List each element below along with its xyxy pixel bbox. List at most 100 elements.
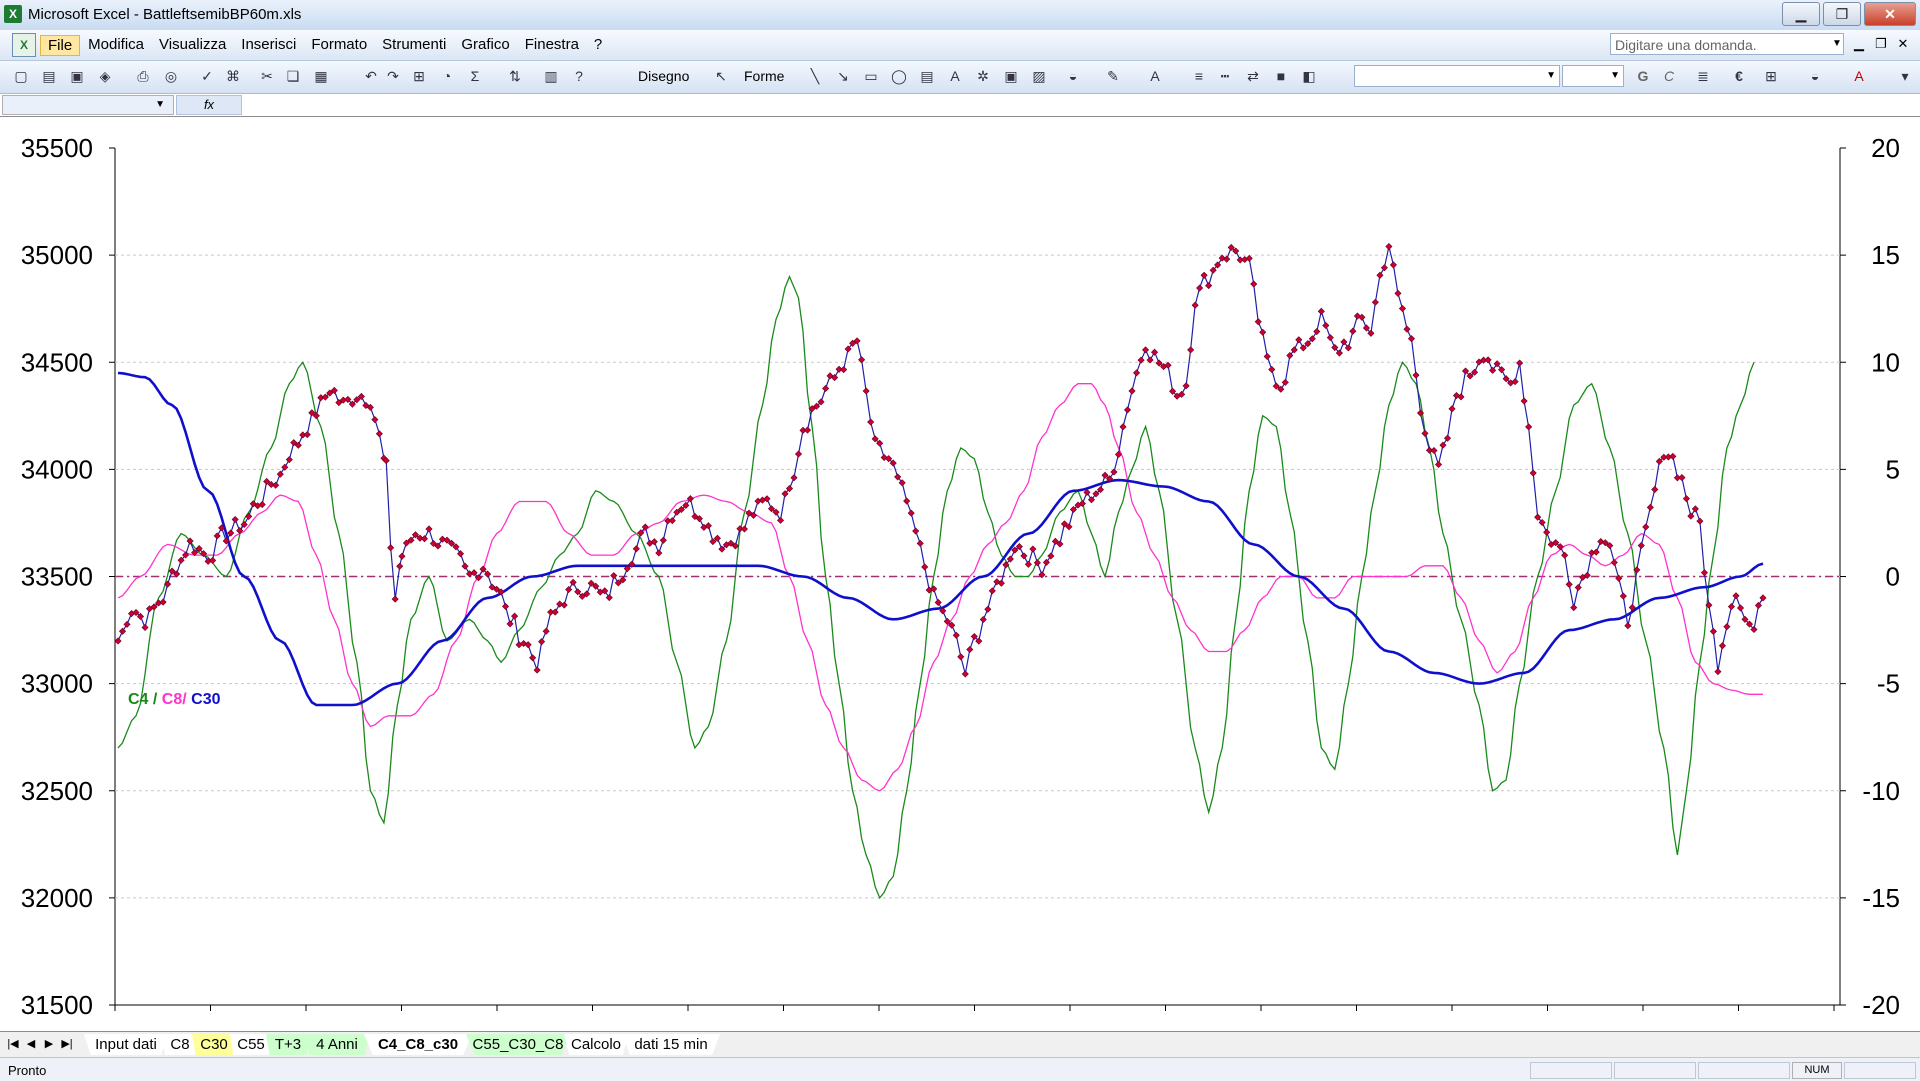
fill-color-icon[interactable]: ◒ <box>1064 67 1082 85</box>
print-preview-icon[interactable]: ◎ <box>162 67 180 85</box>
spelling-icon[interactable]: ✓ <box>198 67 216 85</box>
price-marker <box>506 620 514 628</box>
font-color-icon[interactable]: A <box>1146 67 1164 85</box>
redo-icon[interactable]: ↷ <box>384 67 402 85</box>
menu-item-formato[interactable]: Formato <box>304 35 374 56</box>
sheet-tab[interactable]: C55 <box>230 1034 272 1055</box>
bold-button[interactable]: G <box>1634 67 1652 85</box>
chevron-down-icon[interactable]: ▼ <box>1832 38 1842 49</box>
line-style-icon[interactable]: ≡ <box>1190 67 1208 85</box>
price-marker <box>1736 604 1745 612</box>
menu-item-inserisci[interactable]: Inserisci <box>234 35 303 56</box>
next-sheet-icon[interactable]: ▶ <box>40 1037 58 1050</box>
arrow-style-icon[interactable]: ⇄ <box>1244 67 1262 85</box>
price-marker <box>420 535 428 543</box>
borders-icon[interactable]: ⊞ <box>1762 67 1780 85</box>
euro-button[interactable]: € <box>1730 67 1748 85</box>
align-icon[interactable]: ≣ <box>1694 67 1712 85</box>
help-icon[interactable]: ? <box>570 67 588 85</box>
font-name-select[interactable]: ▼ <box>1354 65 1560 87</box>
legend-entry: C4 <box>128 691 149 708</box>
chart-wizard-icon[interactable]: ▥ <box>542 67 560 85</box>
new-file-icon[interactable]: ▢ <box>12 67 30 85</box>
close-button[interactable]: ✕ <box>1864 2 1916 26</box>
line-color-icon[interactable]: ✎ <box>1104 67 1122 85</box>
price-marker <box>1696 517 1704 525</box>
doc-minimize-icon[interactable]: ▁ <box>1848 36 1870 52</box>
price-marker <box>659 536 667 544</box>
font-size-select[interactable]: ▼ <box>1562 65 1624 87</box>
sheet-tab[interactable]: dati 15 min <box>622 1034 720 1055</box>
sheet-tab[interactable]: 4 Anni <box>304 1034 370 1055</box>
clipart-icon[interactable]: ▣ <box>1002 67 1020 85</box>
textbox-tool-icon[interactable]: ▤ <box>918 67 936 85</box>
drawing-menu[interactable]: Disegno <box>638 68 689 84</box>
sheet-tab[interactable]: C30 <box>192 1034 236 1055</box>
doc-restore-icon[interactable]: ❐ <box>1870 36 1892 52</box>
sheet-tab[interactable]: Input dati <box>84 1034 168 1055</box>
shadow-style-icon[interactable]: ■ <box>1272 67 1290 85</box>
question-input[interactable]: Digitare una domanda. <box>1610 33 1844 55</box>
price-marker <box>903 497 911 505</box>
sheet-tab[interactable]: C4_C8_c30 <box>364 1034 472 1055</box>
right-tick-label: 0 <box>1886 562 1900 592</box>
last-sheet-icon[interactable]: ▶| <box>58 1037 76 1050</box>
doc-close-icon[interactable]: ✕ <box>1892 36 1914 52</box>
menu-item-finestra[interactable]: Finestra <box>518 35 586 56</box>
sheet-tab[interactable]: T+3 <box>266 1034 310 1055</box>
price-marker <box>632 545 640 553</box>
open-folder-icon[interactable]: ▤ <box>40 67 58 85</box>
ellipse-tool-icon[interactable]: ◯ <box>890 67 908 85</box>
menu-item-file[interactable]: File <box>40 35 81 56</box>
menu-item-visualizza[interactable]: Visualizza <box>152 35 233 56</box>
picture-icon[interactable]: ▨ <box>1030 67 1048 85</box>
research-icon[interactable]: ⌘ <box>224 67 242 85</box>
prev-sheet-icon[interactable]: ◀ <box>22 1037 40 1050</box>
text-color-icon[interactable]: A <box>1850 67 1868 85</box>
save-icon[interactable]: ▣ <box>68 67 86 85</box>
sheet-tab[interactable]: Calcolo <box>564 1034 628 1055</box>
hyperlink-icon[interactable]: ⊞ <box>410 67 428 85</box>
document-icon[interactable]: X <box>12 33 36 57</box>
menu-item-strumenti[interactable]: Strumenti <box>375 35 453 56</box>
arrow-tool-icon[interactable]: ↘ <box>834 67 852 85</box>
copy-icon[interactable]: ❏ <box>284 67 302 85</box>
restore-button[interactable]: ❐ <box>1823 2 1861 26</box>
price-marker <box>461 562 469 570</box>
excel-app-icon[interactable]: X <box>4 5 22 23</box>
line-tool-icon[interactable]: ╲ <box>806 67 824 85</box>
cut-icon[interactable]: ✂ <box>258 67 276 85</box>
name-box[interactable]: ▼ <box>2 95 174 115</box>
minimize-button[interactable]: ▁ <box>1782 2 1820 26</box>
insert-function-icon[interactable]: fx <box>176 95 242 115</box>
select-pointer-icon[interactable]: ↖ <box>712 67 730 85</box>
italic-button[interactable]: C <box>1660 67 1678 85</box>
diagram-icon[interactable]: ✲ <box>974 67 992 85</box>
3d-style-icon[interactable]: ◧ <box>1300 67 1318 85</box>
price-marker <box>1376 271 1384 279</box>
price-marker <box>1669 452 1677 460</box>
dash-style-icon[interactable]: ┅ <box>1216 67 1234 85</box>
paste-icon[interactable]: ▦ <box>312 67 330 85</box>
autosum-icon[interactable]: ◔ <box>438 67 456 85</box>
print-icon[interactable]: ⎙ <box>134 67 152 85</box>
price-marker <box>1754 601 1762 609</box>
first-sheet-icon[interactable]: |◀ <box>4 1037 22 1050</box>
sheet-tab[interactable]: C55_C30_C8 <box>466 1034 570 1055</box>
sort-icon[interactable]: ⇅ <box>506 67 524 85</box>
permission-icon[interactable]: ◈ <box>96 67 114 85</box>
rectangle-tool-icon[interactable]: ▭ <box>862 67 880 85</box>
undo-icon[interactable]: ↶ <box>362 67 380 85</box>
chart-area[interactable]: 35500 35000 34500 34000 33500 33000 32500 32000… <box>0 117 1920 1031</box>
menu-item-help[interactable]: ? <box>587 35 609 56</box>
wordart-icon[interactable]: A <box>946 67 964 85</box>
sigma-icon[interactable]: Σ <box>466 67 484 85</box>
menu-item-grafico[interactable]: Grafico <box>454 35 516 56</box>
price-marker <box>1759 594 1767 602</box>
chart[interactable]: 35500 35000 34500 34000 33500 33000 32500 32000… <box>0 117 1920 1031</box>
menu-item-modifica[interactable]: Modifica <box>81 35 151 56</box>
shapes-menu[interactable]: Forme <box>744 68 784 84</box>
toolbar-options-icon[interactable]: ▾ <box>1896 67 1914 85</box>
right-tick-label: 20 <box>1871 133 1900 163</box>
fill-bucket-icon[interactable]: ◒ <box>1806 67 1824 85</box>
